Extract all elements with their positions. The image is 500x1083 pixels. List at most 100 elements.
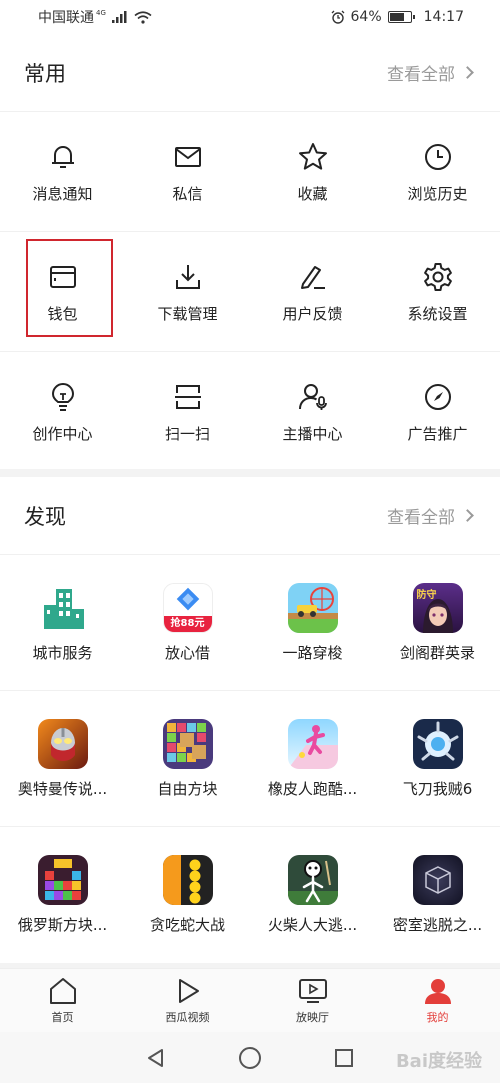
discover-section: 发现 查看全部 城市服务 抢88元 放心借 一路穿梭 防守 剑阁群英录 奥特曼传…: [0, 477, 500, 963]
common-item-streamer[interactable]: 主播中心: [250, 352, 375, 472]
common-item-messages[interactable]: 私信: [125, 112, 250, 232]
status-left: 中国联通 4G: [38, 7, 152, 27]
stickman-game-icon: [287, 855, 338, 905]
discover-item-sword[interactable]: 防守 剑阁群英录: [375, 555, 500, 691]
tab-label: 首页: [51, 1010, 74, 1024]
play-icon: [178, 978, 199, 1003]
tv-play-icon: [298, 978, 327, 1003]
discover-item-escape[interactable]: 密室逃脱之...: [375, 827, 500, 963]
discover-item-label: 橡皮人跑酷...: [267, 779, 358, 798]
common-header: 常用 查看全部: [0, 34, 500, 112]
racing-game-icon: [287, 582, 338, 633]
common-item-label: 扫一扫: [164, 425, 210, 443]
alarm-icon: [331, 10, 344, 24]
tab-home[interactable]: 首页: [0, 969, 125, 1032]
discover-item-label: 俄罗斯方块...: [17, 916, 108, 934]
battery-level: [389, 13, 404, 21]
discover-item-loan[interactable]: 抢88元 放心借: [125, 555, 250, 691]
common-item-feedback[interactable]: 用户反馈: [250, 232, 375, 352]
tab-label: 放映厅: [296, 1010, 329, 1024]
discover-item-label: 剑阁群英录: [399, 643, 475, 662]
common-item-favorites[interactable]: 收藏: [250, 112, 375, 232]
discover-item-label: 一路穿梭: [282, 643, 343, 662]
ultraman-game-icon: [37, 718, 88, 769]
common-section: 常用 查看全部 消息通知 私信 收藏 浏览历史 钱包 下载管理 用户反馈 系统设…: [0, 34, 500, 469]
discover-item-snake[interactable]: 贪吃蛇大战: [125, 827, 250, 963]
discover-item-label: 飞刀我贼6: [402, 779, 473, 798]
system-nav-bar: Bai度经验: [0, 1032, 500, 1083]
discover-header: 发现 查看全部: [0, 477, 500, 555]
discover-item-tetris[interactable]: 俄罗斯方块...: [0, 827, 125, 963]
chevron-right-icon: [461, 66, 474, 79]
common-item-settings[interactable]: 系统设置: [375, 232, 500, 352]
common-item-notifications[interactable]: 消息通知: [0, 112, 125, 232]
wifi-icon: [134, 10, 152, 24]
discover-item-block-puzzle[interactable]: 自由方块: [125, 691, 250, 827]
network-type: 4G: [96, 9, 106, 17]
cube-escape-icon: [412, 855, 463, 905]
common-item-wallet[interactable]: 钱包: [0, 232, 125, 352]
runner-game-icon: [287, 718, 338, 769]
status-bar: 中国联通 4G 64% 14:17: [0, 0, 500, 34]
see-all-label: 查看全部: [387, 65, 455, 85]
common-see-all-link[interactable]: 查看全部: [387, 60, 474, 85]
clock-time: 14:17: [423, 9, 464, 25]
discover-see-all-link[interactable]: 查看全部: [387, 503, 474, 528]
common-item-creator[interactable]: 创作中心: [0, 352, 125, 472]
discover-item-city-services[interactable]: 城市服务: [0, 555, 125, 691]
discover-item-label: 奥特曼传说...: [17, 779, 108, 798]
clock-icon: [421, 140, 455, 174]
common-grid: 消息通知 私信 收藏 浏览历史 钱包 下载管理 用户反馈 系统设置 创作中心 扫…: [0, 112, 500, 472]
status-right: 64% 14:17: [331, 9, 464, 25]
discover-item-label: 贪吃蛇大战: [149, 916, 225, 934]
discover-item-ultraman[interactable]: 奥特曼传说...: [0, 691, 125, 827]
download-icon: [171, 260, 205, 294]
carrier-name: 中国联通: [38, 10, 94, 26]
tab-label: 我的: [426, 1010, 449, 1024]
gear-icon: [421, 260, 455, 294]
discover-item-stickman[interactable]: 火柴人大逃...: [250, 827, 375, 963]
recents-square-icon[interactable]: [333, 1047, 355, 1069]
common-item-label: 用户反馈: [282, 304, 343, 323]
tetris-game-icon: [37, 855, 88, 905]
back-triangle-icon[interactable]: [145, 1047, 167, 1069]
discover-title: 发现: [24, 504, 66, 529]
compass-icon: [421, 380, 455, 414]
loan-badge: 抢88元: [163, 615, 212, 632]
discover-item-runner[interactable]: 橡皮人跑酷...: [250, 691, 375, 827]
streamer-icon: [296, 380, 330, 414]
common-item-label: 下载管理: [157, 304, 218, 323]
common-item-ads[interactable]: 广告推广: [375, 352, 500, 472]
discover-item-label: 放心借: [164, 643, 210, 662]
city-buildings-icon: [37, 582, 88, 633]
common-item-label: 系统设置: [407, 304, 468, 323]
discover-item-label: 城市服务: [32, 643, 93, 662]
common-item-scan[interactable]: 扫一扫: [125, 352, 250, 472]
tab-mine[interactable]: 我的: [375, 969, 500, 1032]
common-item-history[interactable]: 浏览历史: [375, 112, 500, 232]
knife-game-icon: [412, 718, 463, 769]
home-circle-icon[interactable]: [238, 1046, 262, 1070]
discover-item-racing[interactable]: 一路穿梭: [250, 555, 375, 691]
battery-percent: 64%: [350, 9, 382, 25]
discover-item-label: 自由方块: [157, 779, 218, 798]
snake-game-icon: [162, 855, 213, 905]
tab-cinema[interactable]: 放映厅: [250, 969, 375, 1032]
block-puzzle-icon: [162, 718, 213, 769]
loan-app-icon: 抢88元: [162, 582, 213, 633]
chevron-right-icon: [461, 509, 474, 522]
discover-grid: 城市服务 抢88元 放心借 一路穿梭 防守 剑阁群英录 奥特曼传说... 自由方…: [0, 555, 500, 963]
game-badge: 防守: [416, 589, 437, 601]
common-item-label: 私信: [172, 184, 203, 203]
tab-xigua-video[interactable]: 西瓜视频: [125, 969, 250, 1032]
highlight-box: [26, 239, 113, 337]
home-icon: [49, 977, 76, 1004]
common-item-downloads[interactable]: 下载管理: [125, 232, 250, 352]
bell-icon: [46, 140, 80, 174]
discover-item-knife[interactable]: 飞刀我贼6: [375, 691, 500, 827]
discover-item-label: 火柴人大逃...: [267, 916, 358, 934]
mail-icon: [171, 140, 205, 174]
user-icon: [424, 978, 451, 1004]
common-item-label: 消息通知: [32, 184, 93, 203]
tab-label: 西瓜视频: [165, 1010, 210, 1024]
